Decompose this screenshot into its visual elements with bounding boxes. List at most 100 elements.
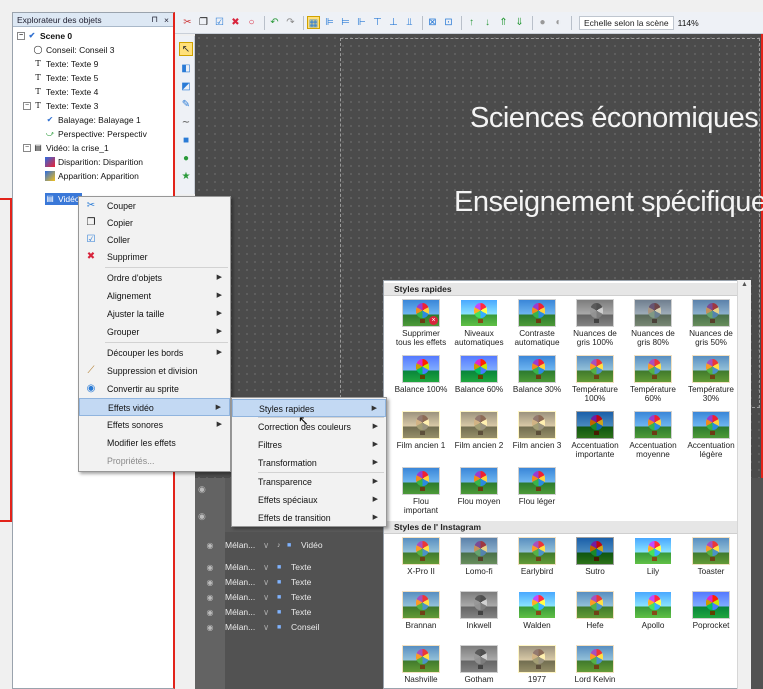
style-tile[interactable]: Flou important <box>392 467 450 515</box>
submenu-item-filters[interactable]: Filtres ▶ <box>232 436 386 454</box>
instagram-style-tile[interactable]: Gotham <box>450 645 508 684</box>
style-tile[interactable]: Flou léger <box>508 467 566 506</box>
paste-icon[interactable]: ☑ <box>213 16 226 29</box>
rectangle-icon[interactable]: ■ <box>179 134 193 148</box>
layers-icon[interactable]: ◩ <box>179 80 193 94</box>
style-tile[interactable]: Accentuation légère <box>682 411 740 459</box>
timeline-track[interactable]: ◉ Mélan... ∨ ■ Texte <box>195 575 385 589</box>
tree-item[interactable]: ■ Disparition: Disparition <box>45 156 143 168</box>
track-blend[interactable]: Mélan... <box>225 592 263 602</box>
timeline-track[interactable]: ◉ Mélan... ∨ ■ Texte <box>195 560 385 574</box>
pen-icon[interactable]: ✎ <box>179 98 193 112</box>
submenu-item-transparency[interactable]: Transparence ▶ <box>232 473 386 491</box>
menu-item-sound-effects[interactable]: Effets sonores ▶ <box>79 416 230 434</box>
menu-item-alignment[interactable]: Alignement ▶ <box>79 287 230 305</box>
submenu-item-transformation[interactable]: Transformation ▶ <box>232 454 386 472</box>
tree-item[interactable]: − T Texte: Texte 3 <box>23 100 98 112</box>
collapse-toggle[interactable]: − <box>23 102 31 110</box>
instagram-style-tile[interactable]: X-Pro II <box>392 537 450 576</box>
distribute-h-icon[interactable]: ⊠ <box>426 16 439 29</box>
style-tile[interactable]: Film ancien 2 <box>450 411 508 450</box>
align-middle-icon[interactable]: ⊥ <box>387 16 400 29</box>
eye-icon[interactable]: ◉ <box>198 511 206 522</box>
align-top-icon[interactable]: ⊤ <box>371 16 384 29</box>
chevron-down-icon[interactable]: ∨ <box>263 562 277 573</box>
tree-item[interactable]: − ▤ Vidéo: la crise_1 <box>23 142 109 154</box>
menu-item-cut[interactable]: ✂ Couper <box>79 197 230 215</box>
line-icon[interactable]: ∼ <box>179 116 193 130</box>
chevron-down-icon[interactable]: ∨ <box>263 577 277 588</box>
copy-icon[interactable]: ❐ <box>197 16 210 29</box>
menu-item-copy[interactable]: ❐ Copier <box>79 214 230 232</box>
chevron-down-icon[interactable]: ∨ <box>263 622 277 633</box>
style-tile[interactable]: Nuances de gris 50% <box>682 299 740 347</box>
instagram-style-tile[interactable]: Brannan <box>392 591 450 630</box>
instagram-style-tile[interactable]: Earlybird <box>508 537 566 576</box>
instagram-style-tile[interactable]: Sutro <box>566 537 624 576</box>
style-tile[interactable]: Film ancien 1 <box>392 411 450 450</box>
tree-item[interactable]: T Texte: Texte 9 <box>33 58 98 70</box>
align-center-icon[interactable]: ⊨ <box>339 16 352 29</box>
tree-item[interactable]: ◯ Conseil: Conseil 3 <box>33 44 115 56</box>
submenu-item-color-correction[interactable]: Correction des couleurs ▶ <box>232 418 386 436</box>
circle-icon[interactable]: ○ <box>245 16 258 29</box>
style-tile[interactable]: Film ancien 3 <box>508 411 566 450</box>
timeline-track[interactable]: ◉ Mélan... ∨ ■ Conseil <box>195 620 385 634</box>
menu-item-edit-effects[interactable]: Modifier les effets <box>79 434 230 452</box>
submenu-item-quick-styles[interactable]: Styles rapides ▶ <box>232 399 386 417</box>
bring-front-icon[interactable]: ⇑ <box>497 16 510 29</box>
menu-item-fit-size[interactable]: Ajuster la taille ▶ <box>79 305 230 323</box>
eye-icon[interactable]: ◉ <box>195 578 225 587</box>
scale-dropdown[interactable]: Echelle selon la scène <box>579 15 674 30</box>
menu-item-video-effects[interactable]: Effets vidéo ▶ <box>79 398 230 416</box>
track-blend[interactable]: Mélan... <box>225 577 263 587</box>
select-all-icon[interactable]: ▦ <box>307 16 320 29</box>
align-left-icon[interactable]: ⊫ <box>323 16 336 29</box>
gallery-scrollbar[interactable]: ▲ <box>737 280 751 689</box>
undo-icon[interactable]: ↶ <box>268 16 281 29</box>
chevron-down-icon[interactable]: ∨ <box>263 592 277 603</box>
timeline-track[interactable]: ◉ Mélan... ∨ ♪ ■ Vidéo <box>195 538 385 552</box>
collapse-toggle[interactable]: − <box>17 32 25 40</box>
eye-icon[interactable]: ◉ <box>195 541 225 550</box>
move-down-icon[interactable]: ↓ <box>481 16 494 29</box>
instagram-style-tile[interactable]: Lord Kelvin <box>566 645 624 684</box>
menu-item-split[interactable]: ⟋ Suppression et division <box>79 362 230 380</box>
collapse-toggle[interactable]: − <box>23 144 31 152</box>
style-tile[interactable]: Balance 60% <box>450 355 508 394</box>
menu-item-crop-edges[interactable]: Découper les bords ▶ <box>79 344 230 362</box>
style-tile[interactable]: Accentuation importante <box>566 411 624 459</box>
instagram-style-tile[interactable]: 1977 <box>508 645 566 684</box>
shape-icon[interactable]: ◧ <box>179 62 193 76</box>
style-tile[interactable]: Accentuation moyenne <box>624 411 682 459</box>
pointer-icon[interactable]: ↖ <box>179 42 193 56</box>
redo-icon[interactable]: ↷ <box>284 16 297 29</box>
chevron-down-icon[interactable]: ∨ <box>263 540 277 551</box>
instagram-style-tile[interactable]: Inkwell <box>450 591 508 630</box>
visibility-icon[interactable]: ◐ <box>552 16 565 29</box>
submenu-item-transition-effects[interactable]: Effets de transition ▶ <box>232 509 386 527</box>
instagram-style-tile[interactable]: Lily <box>624 537 682 576</box>
track-blend[interactable]: Mélan... <box>225 622 263 632</box>
delete-icon[interactable]: ✖ <box>229 16 242 29</box>
style-tile[interactable]: Balance 100% <box>392 355 450 394</box>
menu-item-convert-sprite[interactable]: ◉ Convertir au sprite <box>79 380 230 398</box>
style-tile[interactable]: Température 60% <box>624 355 682 403</box>
chevron-down-icon[interactable]: ∨ <box>263 607 277 618</box>
eye-icon[interactable]: ◉ <box>195 593 225 602</box>
lock-icon[interactable]: ● <box>536 16 549 29</box>
close-icon[interactable]: × <box>164 15 169 25</box>
tree-item[interactable]: T Texte: Texte 5 <box>33 72 98 84</box>
instagram-style-tile[interactable]: Toaster <box>682 537 740 576</box>
eye-icon[interactable]: ◉ <box>195 623 225 632</box>
menu-item-paste[interactable]: ☑ Coller <box>79 231 230 249</box>
style-tile[interactable]: Nuances de gris 100% <box>566 299 624 347</box>
tree-item[interactable]: ■ Apparition: Apparition <box>45 170 139 182</box>
instagram-style-tile[interactable]: Lomo-fi <box>450 537 508 576</box>
canvas-subtitle-text[interactable]: Enseignement spécifique <box>454 186 763 219</box>
canvas-title-text[interactable]: Sciences économiques <box>470 102 759 135</box>
tree-item[interactable]: ⤻ Perspective: Perspectiv <box>45 128 147 140</box>
instagram-style-tile[interactable]: Hefe <box>566 591 624 630</box>
pin-icon[interactable]: ⊓ <box>151 14 158 25</box>
eye-icon[interactable]: ◉ <box>195 608 225 617</box>
